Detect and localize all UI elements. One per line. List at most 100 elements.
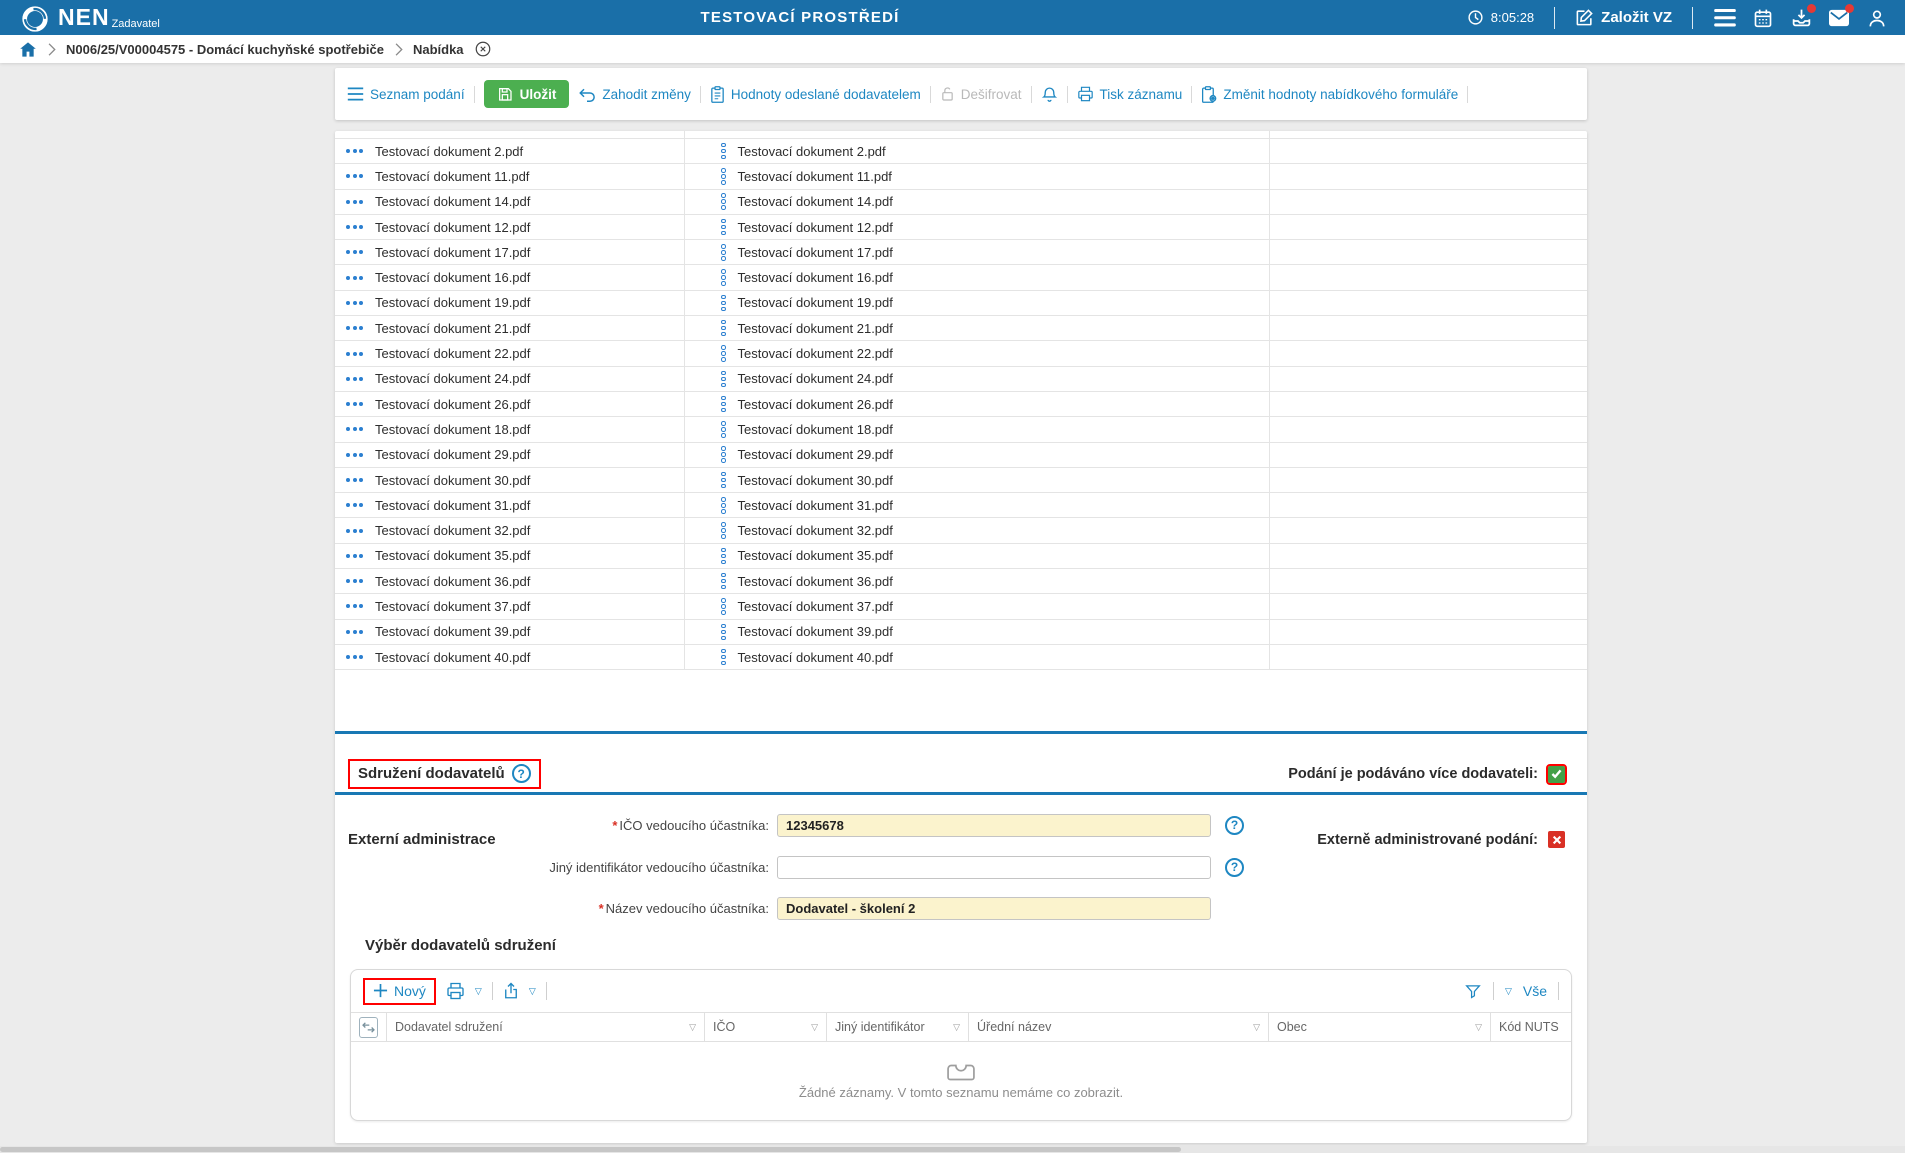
table-row[interactable]: Testovací dokument 22.pdf Testovací dokum… <box>335 341 1587 367</box>
table-row[interactable]: Testovací dokument 16.pdf Testovací dokum… <box>335 265 1587 291</box>
drag-handle-icon[interactable] <box>346 528 363 533</box>
submissions-list-button[interactable]: Seznam podání <box>347 87 465 102</box>
table-row[interactable]: Testovací dokument 17.pdf Testovací dokum… <box>335 240 1587 266</box>
row-menu-icon[interactable] <box>721 370 726 388</box>
drag-handle-icon[interactable] <box>346 149 363 154</box>
home-icon[interactable] <box>19 41 37 58</box>
table-row[interactable]: Testovací dokument 26.pdf Testovací dokum… <box>335 391 1587 418</box>
row-menu-icon[interactable] <box>721 421 726 438</box>
drag-handle-icon[interactable] <box>346 376 363 381</box>
row-menu-icon[interactable] <box>721 319 726 337</box>
row-menu-icon[interactable] <box>721 497 726 514</box>
supplier-values-button[interactable]: Hodnoty odeslané dodavatelem <box>710 85 921 103</box>
table-row[interactable]: Testovací dokument 40.pdf Testovací dokum… <box>335 644 1587 671</box>
help-icon[interactable]: ? <box>511 764 531 783</box>
drag-handle-icon[interactable] <box>346 351 363 356</box>
horizontal-scrollbar[interactable] <box>0 1146 1905 1153</box>
column-header[interactable]: Jiný identifikátor ▽ <box>827 1013 969 1041</box>
drag-handle-icon[interactable] <box>346 199 363 204</box>
drag-handle-icon[interactable] <box>346 250 363 255</box>
print-record-button[interactable]: Tisk záznamu <box>1077 86 1182 102</box>
row-menu-icon[interactable] <box>721 547 726 565</box>
drag-handle-icon[interactable] <box>346 452 363 457</box>
drag-handle-icon[interactable] <box>346 300 363 305</box>
association-checkbox-true[interactable] <box>1546 763 1567 785</box>
table-row[interactable]: Testovací dokument 11.pdf Testovací dokum… <box>335 164 1587 190</box>
table-row[interactable]: Testovací dokument 32.pdf Testovací dokum… <box>335 518 1587 544</box>
drag-handle-icon[interactable] <box>346 174 363 179</box>
row-menu-icon[interactable] <box>721 269 726 286</box>
table-row[interactable]: Testovací dokument 24.pdf Testovací dokum… <box>335 366 1587 392</box>
row-menu-icon[interactable] <box>721 471 726 489</box>
row-menu-icon[interactable] <box>721 598 726 615</box>
column-filter-caret-icon[interactable]: ▽ <box>689 1022 696 1033</box>
row-menu-icon[interactable] <box>721 294 726 312</box>
column-filter-caret-icon[interactable]: ▽ <box>953 1022 960 1033</box>
drag-handle-icon[interactable] <box>346 478 363 482</box>
show-all-button[interactable]: Vše <box>1523 983 1547 999</box>
column-filter-caret-icon[interactable]: ▽ <box>811 1022 818 1033</box>
drag-handle-icon[interactable] <box>346 326 363 331</box>
table-row[interactable]: Testovací dokument 12.pdf Testovací dokum… <box>335 214 1587 241</box>
row-menu-icon[interactable] <box>721 345 726 362</box>
table-row[interactable]: Testovací dokument 39.pdf Testovací dokum… <box>335 619 1587 645</box>
drag-handle-icon[interactable] <box>346 427 363 432</box>
export-button[interactable] <box>503 982 519 1000</box>
row-menu-icon[interactable] <box>721 218 726 236</box>
row-menu-icon[interactable] <box>721 193 726 210</box>
table-row[interactable]: Testovací dokument 35.pdf Testovací dokum… <box>335 543 1587 570</box>
table-row[interactable]: Testovací dokument 29.pdf Testovací dokum… <box>335 442 1587 468</box>
row-menu-icon[interactable] <box>721 522 726 539</box>
ico-input[interactable] <box>777 813 1211 837</box>
row-menu-icon[interactable] <box>721 648 726 666</box>
row-menu-icon[interactable] <box>721 142 726 160</box>
column-header[interactable]: Úřední název ▽ <box>969 1013 1269 1041</box>
app-logo[interactable]: NEN Zadavatel <box>0 2 160 34</box>
close-tab-icon[interactable] <box>474 40 492 58</box>
drag-handle-icon[interactable] <box>346 225 363 230</box>
row-menu-icon[interactable] <box>721 244 726 261</box>
other-identifier-input[interactable] <box>777 855 1211 879</box>
leader-name-input[interactable] <box>777 896 1211 920</box>
menu-button[interactable] <box>1713 6 1737 30</box>
table-row[interactable]: Testovací dokument 21.pdf Testovací dokum… <box>335 316 1587 342</box>
new-supplier-button[interactable]: Nový <box>373 983 426 999</box>
inbox-button[interactable] <box>1789 3 1816 30</box>
table-row[interactable]: Testovací dokument 37.pdf Testovací dokum… <box>335 594 1587 620</box>
table-row[interactable]: Testovací dokument 30.pdf Testovací dokum… <box>335 467 1587 494</box>
change-form-values-button[interactable]: Změnit hodnoty nabídkového formuláře <box>1201 85 1458 103</box>
help-icon[interactable]: ? <box>1225 857 1244 877</box>
breadcrumb-procurement[interactable]: N006/25/V00004575 - Domácí kuchyňské spo… <box>66 42 384 57</box>
save-button[interactable]: Uložit <box>483 80 570 108</box>
print-options-caret-icon[interactable]: ▽ <box>475 986 482 997</box>
calendar-button[interactable] <box>1751 6 1775 30</box>
row-menu-icon[interactable] <box>721 572 726 590</box>
table-row[interactable]: Testovací dokument 36.pdf Testovací dokum… <box>335 569 1587 595</box>
drag-handle-icon[interactable] <box>346 553 363 558</box>
filter-button[interactable] <box>1464 983 1482 1000</box>
table-row[interactable]: Testovací dokument 2.pdf Testovací dokume… <box>335 139 1587 165</box>
print-list-button[interactable] <box>446 982 465 1000</box>
row-menu-icon[interactable] <box>721 168 726 185</box>
column-settings-button[interactable] <box>359 1016 378 1038</box>
breadcrumb-current[interactable]: Nabídka <box>413 42 464 57</box>
help-icon[interactable]: ? <box>1225 815 1244 835</box>
row-menu-icon[interactable] <box>721 623 726 641</box>
drag-handle-icon[interactable] <box>346 579 363 584</box>
table-row[interactable]: Testovací dokument 19.pdf Testovací dokum… <box>335 290 1587 317</box>
user-button[interactable] <box>1865 6 1889 30</box>
drag-handle-icon[interactable] <box>346 655 363 660</box>
table-row[interactable]: Testovací dokument 14.pdf Testovací dokum… <box>335 189 1587 215</box>
scrollbar-thumb[interactable] <box>0 1147 1182 1152</box>
drag-handle-icon[interactable] <box>346 629 363 634</box>
notifications-button[interactable] <box>1041 86 1058 103</box>
drag-handle-icon[interactable] <box>346 402 363 407</box>
messages-button[interactable] <box>1827 3 1854 30</box>
row-menu-icon[interactable] <box>721 446 726 463</box>
drag-handle-icon[interactable] <box>346 604 363 609</box>
view-options-caret-icon[interactable]: ▽ <box>1505 986 1512 997</box>
table-row[interactable]: Testovací dokument 31.pdf Testovací dokum… <box>335 493 1587 519</box>
column-filter-caret-icon[interactable]: ▽ <box>1475 1022 1482 1033</box>
column-header[interactable]: Obec ▽ <box>1269 1013 1491 1041</box>
discard-changes-button[interactable]: Zahodit změny <box>578 87 691 102</box>
